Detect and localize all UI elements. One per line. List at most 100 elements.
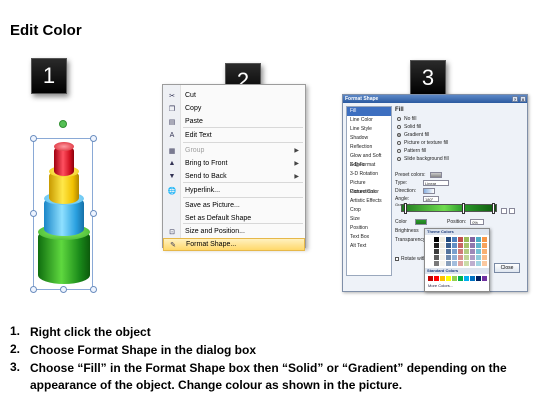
- color-swatch[interactable]: [470, 249, 475, 254]
- color-swatch[interactable]: [482, 249, 487, 254]
- color-swatch[interactable]: [470, 261, 475, 266]
- nav-item[interactable]: Fill: [347, 107, 391, 116]
- radio-button[interactable]: [397, 133, 401, 137]
- color-swatch[interactable]: [440, 243, 445, 248]
- radio-button[interactable]: [397, 141, 401, 145]
- menu-item[interactable]: ⊡ Size and Position...: [163, 225, 305, 238]
- color-swatch[interactable]: [476, 276, 481, 281]
- color-swatch[interactable]: [434, 255, 439, 260]
- color-swatch[interactable]: [464, 237, 469, 242]
- rotation-handle[interactable]: [59, 120, 67, 128]
- color-swatch[interactable]: [464, 255, 469, 260]
- color-swatch[interactable]: [440, 261, 445, 266]
- radio-button[interactable]: [397, 117, 401, 121]
- menu-item[interactable]: ▲ Bring to Front ▶: [163, 157, 305, 170]
- color-swatch[interactable]: [476, 249, 481, 254]
- resize-handle[interactable]: [30, 286, 37, 293]
- preset-colors-dropdown[interactable]: [429, 172, 442, 178]
- menu-item[interactable]: Save as Picture...: [163, 199, 305, 212]
- color-swatch[interactable]: [464, 249, 469, 254]
- color-swatch[interactable]: [452, 276, 457, 281]
- nav-item[interactable]: Crop: [347, 206, 391, 215]
- color-swatch[interactable]: [476, 237, 481, 242]
- nav-item[interactable]: Text Box: [347, 233, 391, 242]
- color-swatch[interactable]: [428, 276, 433, 281]
- color-swatch[interactable]: [434, 261, 439, 266]
- color-swatch[interactable]: [440, 255, 445, 260]
- nav-item[interactable]: Line Style: [347, 125, 391, 134]
- nav-item[interactable]: Picture Color: [347, 188, 391, 197]
- close-icon[interactable]: X: [520, 96, 526, 102]
- color-swatch[interactable]: [452, 237, 457, 242]
- resize-handle[interactable]: [90, 286, 97, 293]
- color-swatch[interactable]: [470, 237, 475, 242]
- color-swatch[interactable]: [470, 276, 475, 281]
- rotate-checkbox[interactable]: [395, 257, 399, 261]
- color-swatch[interactable]: [476, 243, 481, 248]
- nav-item[interactable]: Artistic Effects: [347, 197, 391, 206]
- color-swatch[interactable]: [446, 261, 451, 266]
- color-swatch[interactable]: [452, 255, 457, 260]
- nav-item[interactable]: Glow and Soft Edges: [347, 152, 391, 168]
- add-stop-button[interactable]: [501, 208, 507, 214]
- gradient-bar[interactable]: [401, 203, 497, 214]
- resize-handle[interactable]: [90, 135, 97, 142]
- color-swatch[interactable]: [434, 237, 439, 242]
- menu-item[interactable]: 🌐 Hyperlink...: [163, 184, 305, 197]
- fill-option[interactable]: Gradient fill: [397, 132, 429, 138]
- color-swatch[interactable]: [470, 255, 475, 260]
- color-swatch[interactable]: [428, 255, 433, 260]
- resize-handle[interactable]: [30, 210, 37, 217]
- resize-handle[interactable]: [30, 135, 37, 142]
- direction-dropdown[interactable]: [423, 188, 435, 194]
- color-swatch[interactable]: [482, 243, 487, 248]
- position-input[interactable]: 0%: [470, 219, 485, 225]
- nav-item[interactable]: Size: [347, 215, 391, 224]
- color-dropdown[interactable]: [415, 219, 427, 225]
- color-swatch[interactable]: [452, 249, 457, 254]
- color-swatch[interactable]: [446, 276, 451, 281]
- color-swatch[interactable]: [458, 255, 463, 260]
- nav-item[interactable]: Alt Text: [347, 242, 391, 251]
- fill-option[interactable]: No fill: [397, 116, 417, 122]
- color-swatch[interactable]: [452, 243, 457, 248]
- color-swatch[interactable]: [482, 237, 487, 242]
- close-button[interactable]: Close: [494, 263, 520, 273]
- color-swatch[interactable]: [482, 276, 487, 281]
- resize-handle[interactable]: [90, 210, 97, 217]
- color-swatch[interactable]: [470, 243, 475, 248]
- color-swatch[interactable]: [440, 276, 445, 281]
- color-swatch[interactable]: [482, 261, 487, 266]
- menu-item[interactable]: ❐ Copy: [163, 102, 305, 115]
- remove-stop-button[interactable]: [509, 208, 515, 214]
- nav-item[interactable]: Reflection: [347, 143, 391, 152]
- color-swatch[interactable]: [446, 255, 451, 260]
- fill-option[interactable]: Picture or texture fill: [397, 140, 448, 146]
- color-swatch[interactable]: [428, 243, 433, 248]
- menu-item[interactable]: ✂ Cut: [163, 89, 305, 102]
- color-swatch[interactable]: [482, 255, 487, 260]
- menu-item[interactable]: A Edit Text: [163, 129, 305, 142]
- resize-handle[interactable]: [60, 286, 67, 293]
- menu-item[interactable]: ✎ Format Shape...: [163, 238, 305, 251]
- nav-item[interactable]: Position: [347, 224, 391, 233]
- color-swatch[interactable]: [458, 249, 463, 254]
- gradient-stop[interactable]: [492, 203, 495, 214]
- color-swatch[interactable]: [428, 249, 433, 254]
- cylinder-stack-object[interactable]: [30, 120, 100, 295]
- help-icon[interactable]: ?: [512, 96, 518, 102]
- gradient-stop[interactable]: [462, 203, 465, 214]
- color-swatch[interactable]: [464, 276, 469, 281]
- color-swatch[interactable]: [434, 243, 439, 248]
- color-swatch[interactable]: [440, 249, 445, 254]
- color-swatch[interactable]: [458, 237, 463, 242]
- nav-item[interactable]: Picture Corrections: [347, 179, 391, 195]
- color-swatch[interactable]: [464, 243, 469, 248]
- color-swatch[interactable]: [446, 249, 451, 254]
- color-swatch[interactable]: [428, 261, 433, 266]
- fill-option[interactable]: Slide background fill: [397, 156, 449, 162]
- color-swatch[interactable]: [440, 237, 445, 242]
- color-swatch[interactable]: [458, 276, 463, 281]
- color-swatch[interactable]: [476, 261, 481, 266]
- type-dropdown[interactable]: Linear: [423, 180, 449, 186]
